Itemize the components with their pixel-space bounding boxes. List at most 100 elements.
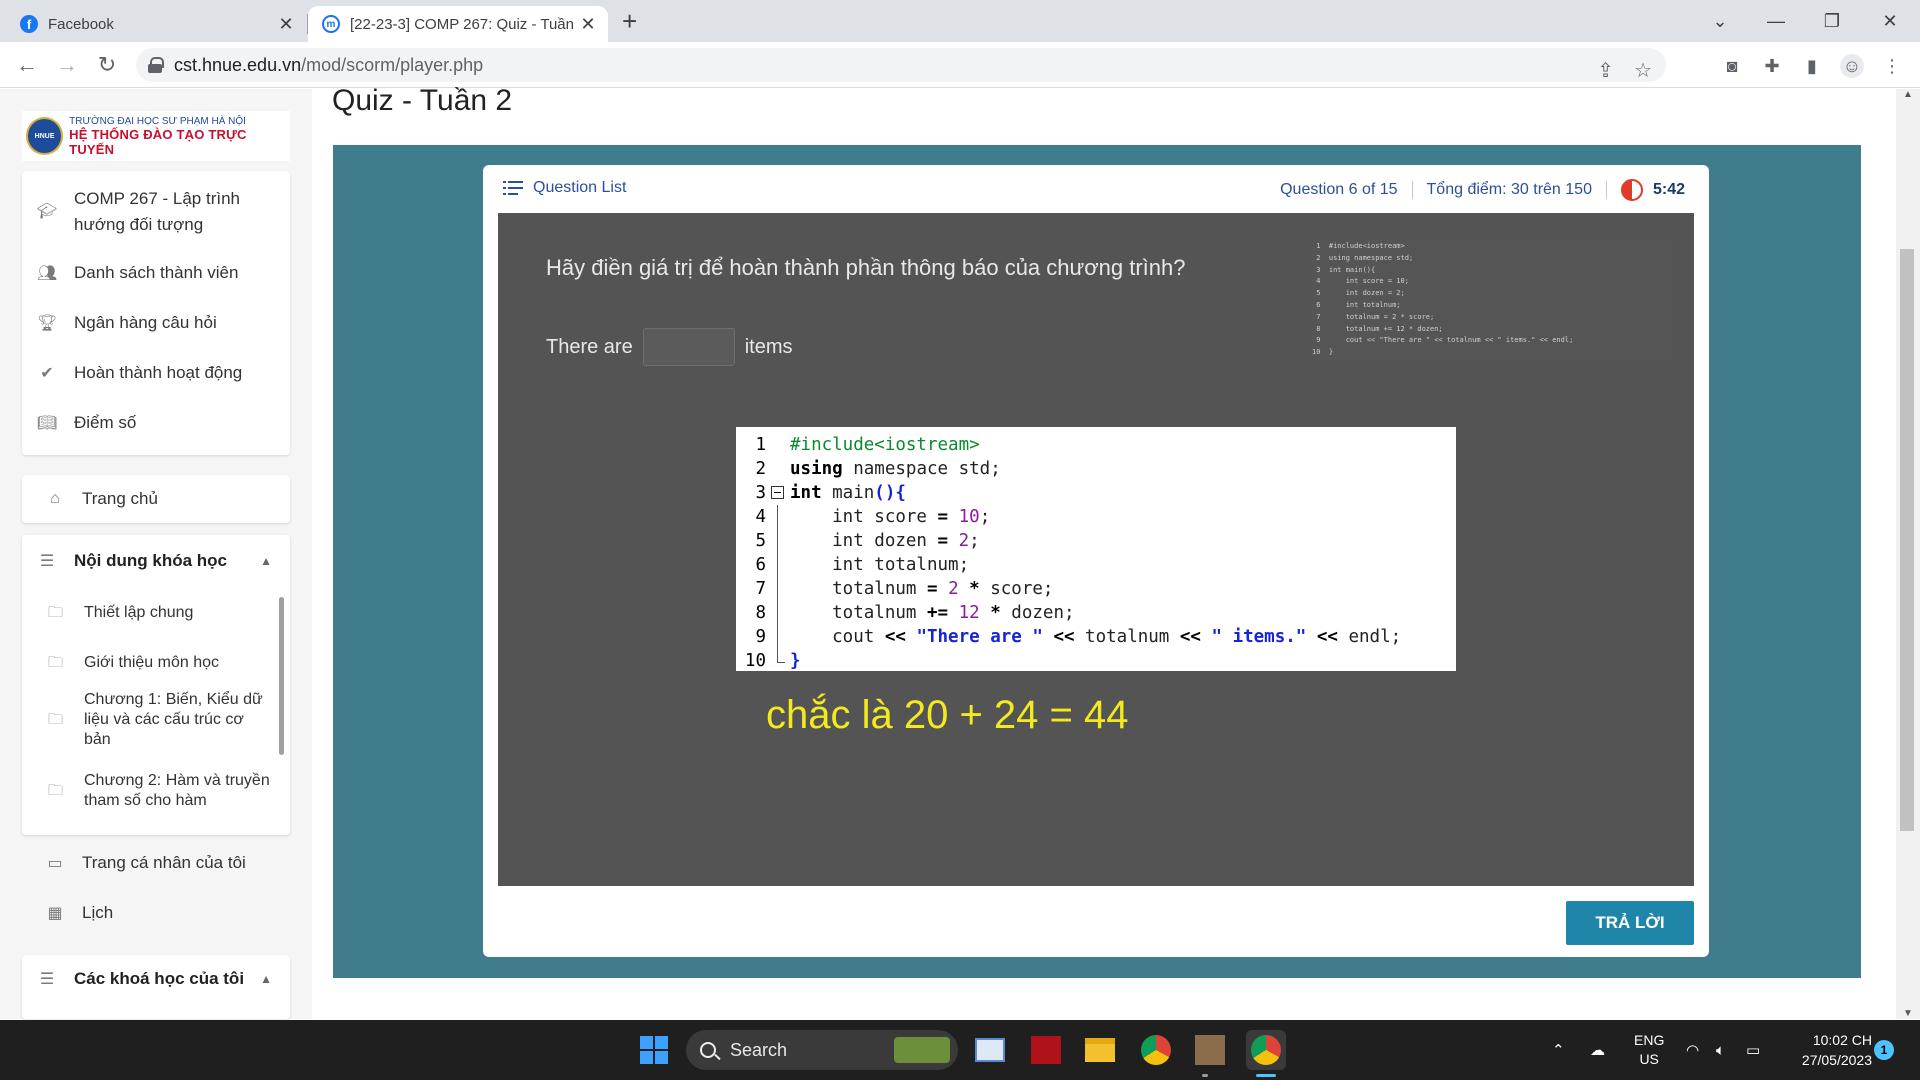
line-number: 10 bbox=[744, 651, 766, 671]
chrome-profile-icon[interactable] bbox=[1246, 1030, 1286, 1070]
my-courses-header[interactable]: ☰ Các khoá học của tôi ▲ bbox=[22, 957, 290, 1001]
code-line: 8 totalnum += 12 * dozen; bbox=[736, 601, 1456, 625]
fold-gutter bbox=[770, 625, 786, 649]
folder-icon: 🗀 bbox=[48, 782, 64, 799]
taskbar-search[interactable]: Search bbox=[686, 1030, 958, 1070]
nav-label: Trang cá nhân của tôi bbox=[82, 853, 246, 872]
question-counter: Question 6 of 15 bbox=[1280, 181, 1398, 198]
line-number: 6 bbox=[755, 555, 766, 575]
minimize-button[interactable]: — bbox=[1748, 0, 1804, 42]
scroll-thumb[interactable] bbox=[1900, 249, 1914, 831]
my-courses-card: ☰ Các khoá học của tôi ▲ bbox=[22, 955, 290, 1019]
section-label: Chương 1: Biến, Kiểu dữ liệu và các cấu … bbox=[84, 691, 263, 748]
thumb-code-line: 5 int dozen = 2; bbox=[1312, 289, 1405, 298]
question-list-label: Question List bbox=[533, 179, 627, 196]
site-logo[interactable]: HNUE TRƯỜNG ĐẠI HỌC SƯ PHẠM HÀ NỘI HỆ TH… bbox=[22, 111, 290, 161]
lang-line2: US bbox=[1639, 1051, 1659, 1067]
nav-label: Danh sách thành viên bbox=[74, 263, 239, 282]
nav-participants[interactable]: 👥︎ Danh sách thành viên bbox=[22, 253, 290, 293]
code-thumbnail: 1 #include<iostream> 2 using namespace s… bbox=[1312, 241, 1672, 361]
reload-icon[interactable]: ↻ bbox=[92, 50, 122, 80]
show-hidden-icons[interactable]: ⌃ bbox=[1552, 1020, 1565, 1080]
book-icon: 📖︎ bbox=[36, 415, 58, 432]
onedrive-icon[interactable]: ☁ bbox=[1590, 1020, 1605, 1080]
code-line: 1 #include<iostream> bbox=[736, 433, 1456, 457]
left-drawer: HNUE TRƯỜNG ĐẠI HỌC SƯ PHẠM HÀ NỘI HỆ TH… bbox=[0, 89, 312, 1019]
windows-logo-icon bbox=[640, 1036, 668, 1064]
battery-icon[interactable]: ▭ bbox=[1746, 1020, 1760, 1080]
tab-facebook[interactable]: f Facebook ✕ bbox=[6, 6, 306, 42]
lock-icon[interactable] bbox=[148, 57, 164, 73]
collapse-caret-icon[interactable]: ▲ bbox=[260, 554, 272, 568]
extensions-icon[interactable]: ✚ bbox=[1760, 54, 1784, 78]
notification-badge[interactable]: 1 bbox=[1874, 1040, 1894, 1060]
volume-muted-icon[interactable]: 🔈︎ bbox=[1716, 1020, 1725, 1080]
section-intro[interactable]: 🗀 Giới thiệu môn học bbox=[22, 643, 272, 683]
close-tab-icon[interactable]: ✕ bbox=[578, 14, 598, 35]
sidebar-scrollbar[interactable] bbox=[279, 597, 284, 755]
nav-label: COMP 267 - Lập trình hướng đối tượng bbox=[74, 189, 240, 234]
code-text: totalnum = 2 * score; bbox=[790, 579, 1054, 599]
section-label: Giới thiệu môn học bbox=[84, 654, 219, 671]
nav-question-bank[interactable]: 🏆︎ Ngân hàng câu hỏi bbox=[22, 303, 290, 343]
scroll-up-icon[interactable]: ▲ bbox=[1896, 89, 1920, 100]
red-app-icon[interactable] bbox=[1026, 1030, 1066, 1070]
chart-app-icon[interactable] bbox=[970, 1030, 1010, 1070]
profile-icon[interactable]: ☺ bbox=[1840, 54, 1864, 78]
language-indicator[interactable]: ENG US bbox=[1634, 1020, 1664, 1080]
section-general[interactable]: 🗀 Thiết lập chung bbox=[22, 593, 272, 633]
tab-search-icon[interactable]: ⌄ bbox=[1692, 0, 1748, 42]
start-button[interactable] bbox=[634, 1030, 674, 1070]
new-tab-button[interactable]: + bbox=[622, 6, 637, 36]
forward-icon[interactable]: → bbox=[52, 50, 82, 80]
page-title: Quiz - Tuần 2 bbox=[332, 84, 513, 117]
file-explorer-icon[interactable] bbox=[1080, 1030, 1120, 1070]
nav-course[interactable]: 🎓︎ COMP 267 - Lập trình hướng đối tượng bbox=[22, 185, 290, 239]
close-tab-icon[interactable]: ✕ bbox=[276, 14, 296, 35]
profile-card-icon: ▭ bbox=[47, 855, 63, 872]
tab-quiz[interactable]: m [22-23-3] COMP 267: Quiz - Tuần 2 ✕ bbox=[308, 6, 608, 42]
quiz-status: Question 6 of 15 Tổng điểm: 30 trên 150 … bbox=[1280, 179, 1685, 201]
answer-input[interactable] bbox=[642, 328, 735, 366]
code-text: using namespace std; bbox=[790, 459, 1001, 479]
question-text: Hãy điền giá trị để hoàn thành phần thôn… bbox=[546, 255, 1186, 280]
thumb-code-line: 10 } bbox=[1312, 348, 1334, 357]
restore-button[interactable]: ❐ bbox=[1804, 0, 1860, 42]
timer-value: 5:42 bbox=[1652, 181, 1685, 198]
share-icon[interactable]: ⇪ bbox=[1597, 58, 1614, 83]
section-chapter-1[interactable]: 🗀 Chương 1: Biến, Kiểu dữ liệu và các cấ… bbox=[22, 687, 272, 753]
back-icon[interactable]: ← bbox=[12, 50, 42, 80]
menu-dots-icon[interactable]: ⋮ bbox=[1880, 54, 1904, 78]
section-label: Thiết lập chung bbox=[84, 604, 194, 621]
section-title: Nội dung khóa học bbox=[74, 551, 227, 570]
close-window-button[interactable]: ✕ bbox=[1862, 0, 1918, 42]
nav-grades[interactable]: 📖︎ Điểm số bbox=[22, 403, 290, 443]
url-path: /mod/scorm/player.php bbox=[301, 54, 484, 75]
graduation-cap-icon: 🎓︎ bbox=[36, 203, 58, 220]
nav-home[interactable]: ⌂ Trang chủ bbox=[22, 479, 290, 519]
question-list-button[interactable]: Question List bbox=[503, 179, 626, 197]
taskbar-clock[interactable]: 10:02 CH 27/05/2023 bbox=[1780, 1030, 1872, 1070]
collapse-caret-icon[interactable]: ▲ bbox=[260, 972, 272, 986]
game-app-icon[interactable] bbox=[1190, 1030, 1230, 1070]
camera-icon[interactable]: ◙ bbox=[1720, 54, 1744, 78]
url-field[interactable]: cst.hnue.edu.vn/mod/scorm/player.php ⇪ ☆ bbox=[136, 48, 1666, 82]
users-icon: 👥︎ bbox=[36, 265, 58, 282]
submit-answer-button[interactable]: TRẢ LỜI bbox=[1566, 901, 1694, 945]
page-scrollbar[interactable]: ▲ ▼ bbox=[1896, 89, 1920, 1019]
list-icon: ☰ bbox=[39, 971, 55, 988]
wifi-icon[interactable]: ◠ bbox=[1686, 1020, 1699, 1080]
calendar-icon: ▦ bbox=[47, 905, 63, 922]
thumb-code-line: 1 #include<iostream> bbox=[1312, 242, 1405, 250]
side-panel-icon[interactable]: ▮ bbox=[1800, 54, 1824, 78]
running-indicator bbox=[1202, 1074, 1208, 1077]
course-content-header[interactable]: ☰ Nội dung khóa học ▲ bbox=[22, 539, 290, 583]
nav-profile[interactable]: ▭ Trang cá nhân của tôi bbox=[22, 843, 290, 883]
nav-completion[interactable]: ✔ Hoàn thành hoạt động bbox=[22, 353, 290, 393]
section-chapter-2[interactable]: 🗀 Chương 2: Hàm và truyền tham số cho hà… bbox=[22, 763, 272, 819]
scroll-down-icon[interactable]: ▼ bbox=[1896, 1008, 1920, 1019]
chrome-icon[interactable] bbox=[1136, 1030, 1176, 1070]
code-text: int totalnum; bbox=[790, 555, 970, 575]
nav-calendar[interactable]: ▦ Lịch bbox=[22, 893, 290, 933]
bookmark-star-icon[interactable]: ☆ bbox=[1634, 58, 1652, 83]
